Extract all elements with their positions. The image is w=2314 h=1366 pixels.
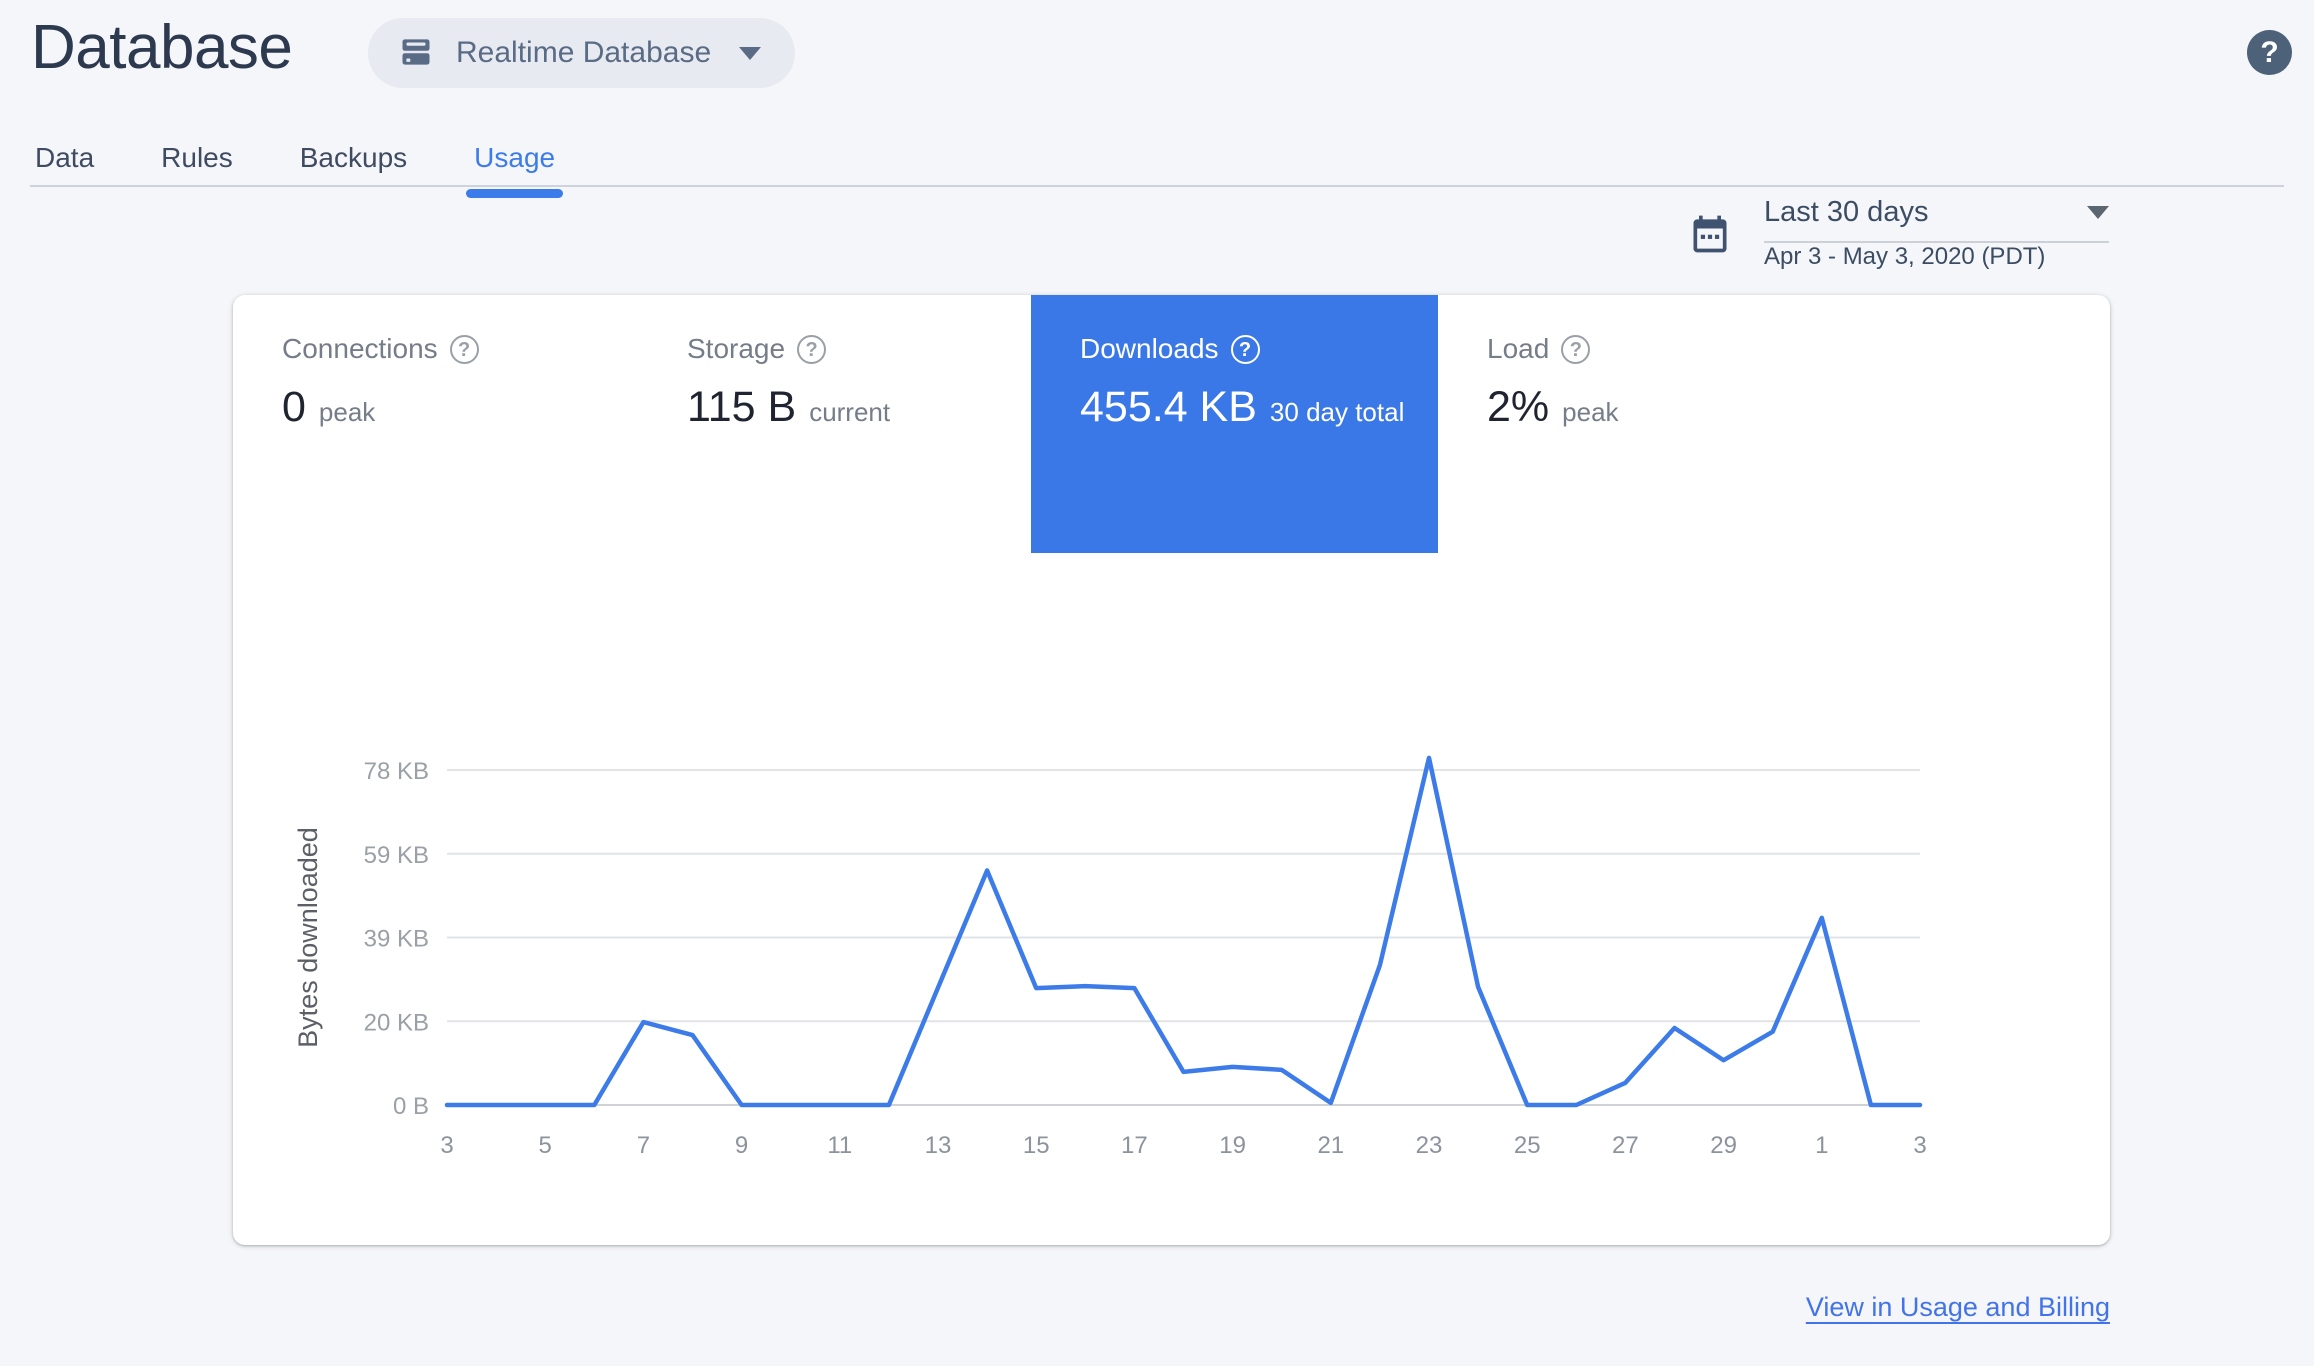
help-icon[interactable]: ? bbox=[1230, 334, 1260, 364]
help-icon[interactable]: ? bbox=[1561, 334, 1591, 364]
chevron-down-icon bbox=[739, 46, 762, 60]
stat-value: 2% bbox=[1487, 383, 1550, 431]
stat-label: Downloads bbox=[1080, 333, 1219, 364]
database-icon bbox=[398, 34, 434, 73]
stat-suffix: peak bbox=[318, 397, 376, 427]
date-range-caret-icon bbox=[2087, 206, 2109, 219]
date-range-selector[interactable]: Last 30 days Apr 3 - May 3, 2020 (PDT) bbox=[1688, 196, 2109, 271]
tab-backups[interactable]: Backups bbox=[300, 130, 407, 186]
tab-data[interactable]: Data bbox=[35, 130, 94, 186]
stat-suffix: current bbox=[809, 397, 891, 427]
stat-suffix: peak bbox=[1562, 397, 1619, 427]
help-button[interactable]: ? bbox=[2247, 30, 2292, 75]
stat-value: 115 B bbox=[687, 383, 797, 431]
stat-label: Load bbox=[1487, 333, 1550, 364]
stat-label: Storage bbox=[687, 333, 786, 364]
tab-usage[interactable]: Usage bbox=[466, 130, 564, 198]
view-usage-billing-link[interactable]: View in Usage and Billing bbox=[1806, 1292, 2110, 1323]
stat-value: 455.4 KB bbox=[1080, 383, 1257, 431]
tab-bar-divider bbox=[30, 185, 2284, 187]
usage-card: 0 B 20 KB 39 KB 59 KB 78 KB 3 5 7 9 11 13 15 17 19 21 2… bbox=[233, 295, 2110, 1245]
tab-bar: Data Rules Backups Usage bbox=[35, 130, 622, 198]
stat-tile-load[interactable]: Load? 2% peak bbox=[1438, 295, 1838, 553]
stat-suffix: 30 day total bbox=[1269, 397, 1405, 427]
date-range-detail: Apr 3 - May 3, 2020 (PDT) bbox=[1764, 243, 2046, 270]
tab-rules[interactable]: Rules bbox=[161, 130, 233, 186]
database-selector-label: Realtime Database bbox=[456, 36, 712, 69]
stat-label: Connections bbox=[282, 333, 438, 364]
database-instance-selector[interactable]: Realtime Database bbox=[368, 18, 796, 88]
firebase-database-usage-page: Database Realtime Database ? Data Rules Ba… bbox=[0, 0, 2314, 1366]
stats-row: Connections? 0 peak Storage? 115 Bcurrent Dow… bbox=[233, 295, 2110, 1245]
stat-tile-storage[interactable]: Storage? 115 B current bbox=[638, 295, 1038, 553]
help-icon[interactable]: ? bbox=[797, 334, 827, 364]
stat-tile-downloads[interactable]: Downloads? 455.4 KB 30 day total bbox=[1031, 295, 1438, 553]
stat-value: 0 bbox=[282, 383, 306, 431]
calendar-icon bbox=[1688, 210, 1732, 271]
date-range-label: Last 30 days bbox=[1764, 196, 1929, 228]
stat-tile-connections[interactable]: Connections? 0 peak bbox=[233, 295, 633, 553]
page-title: Database bbox=[31, 13, 293, 82]
help-icon[interactable]: ? bbox=[449, 334, 479, 364]
